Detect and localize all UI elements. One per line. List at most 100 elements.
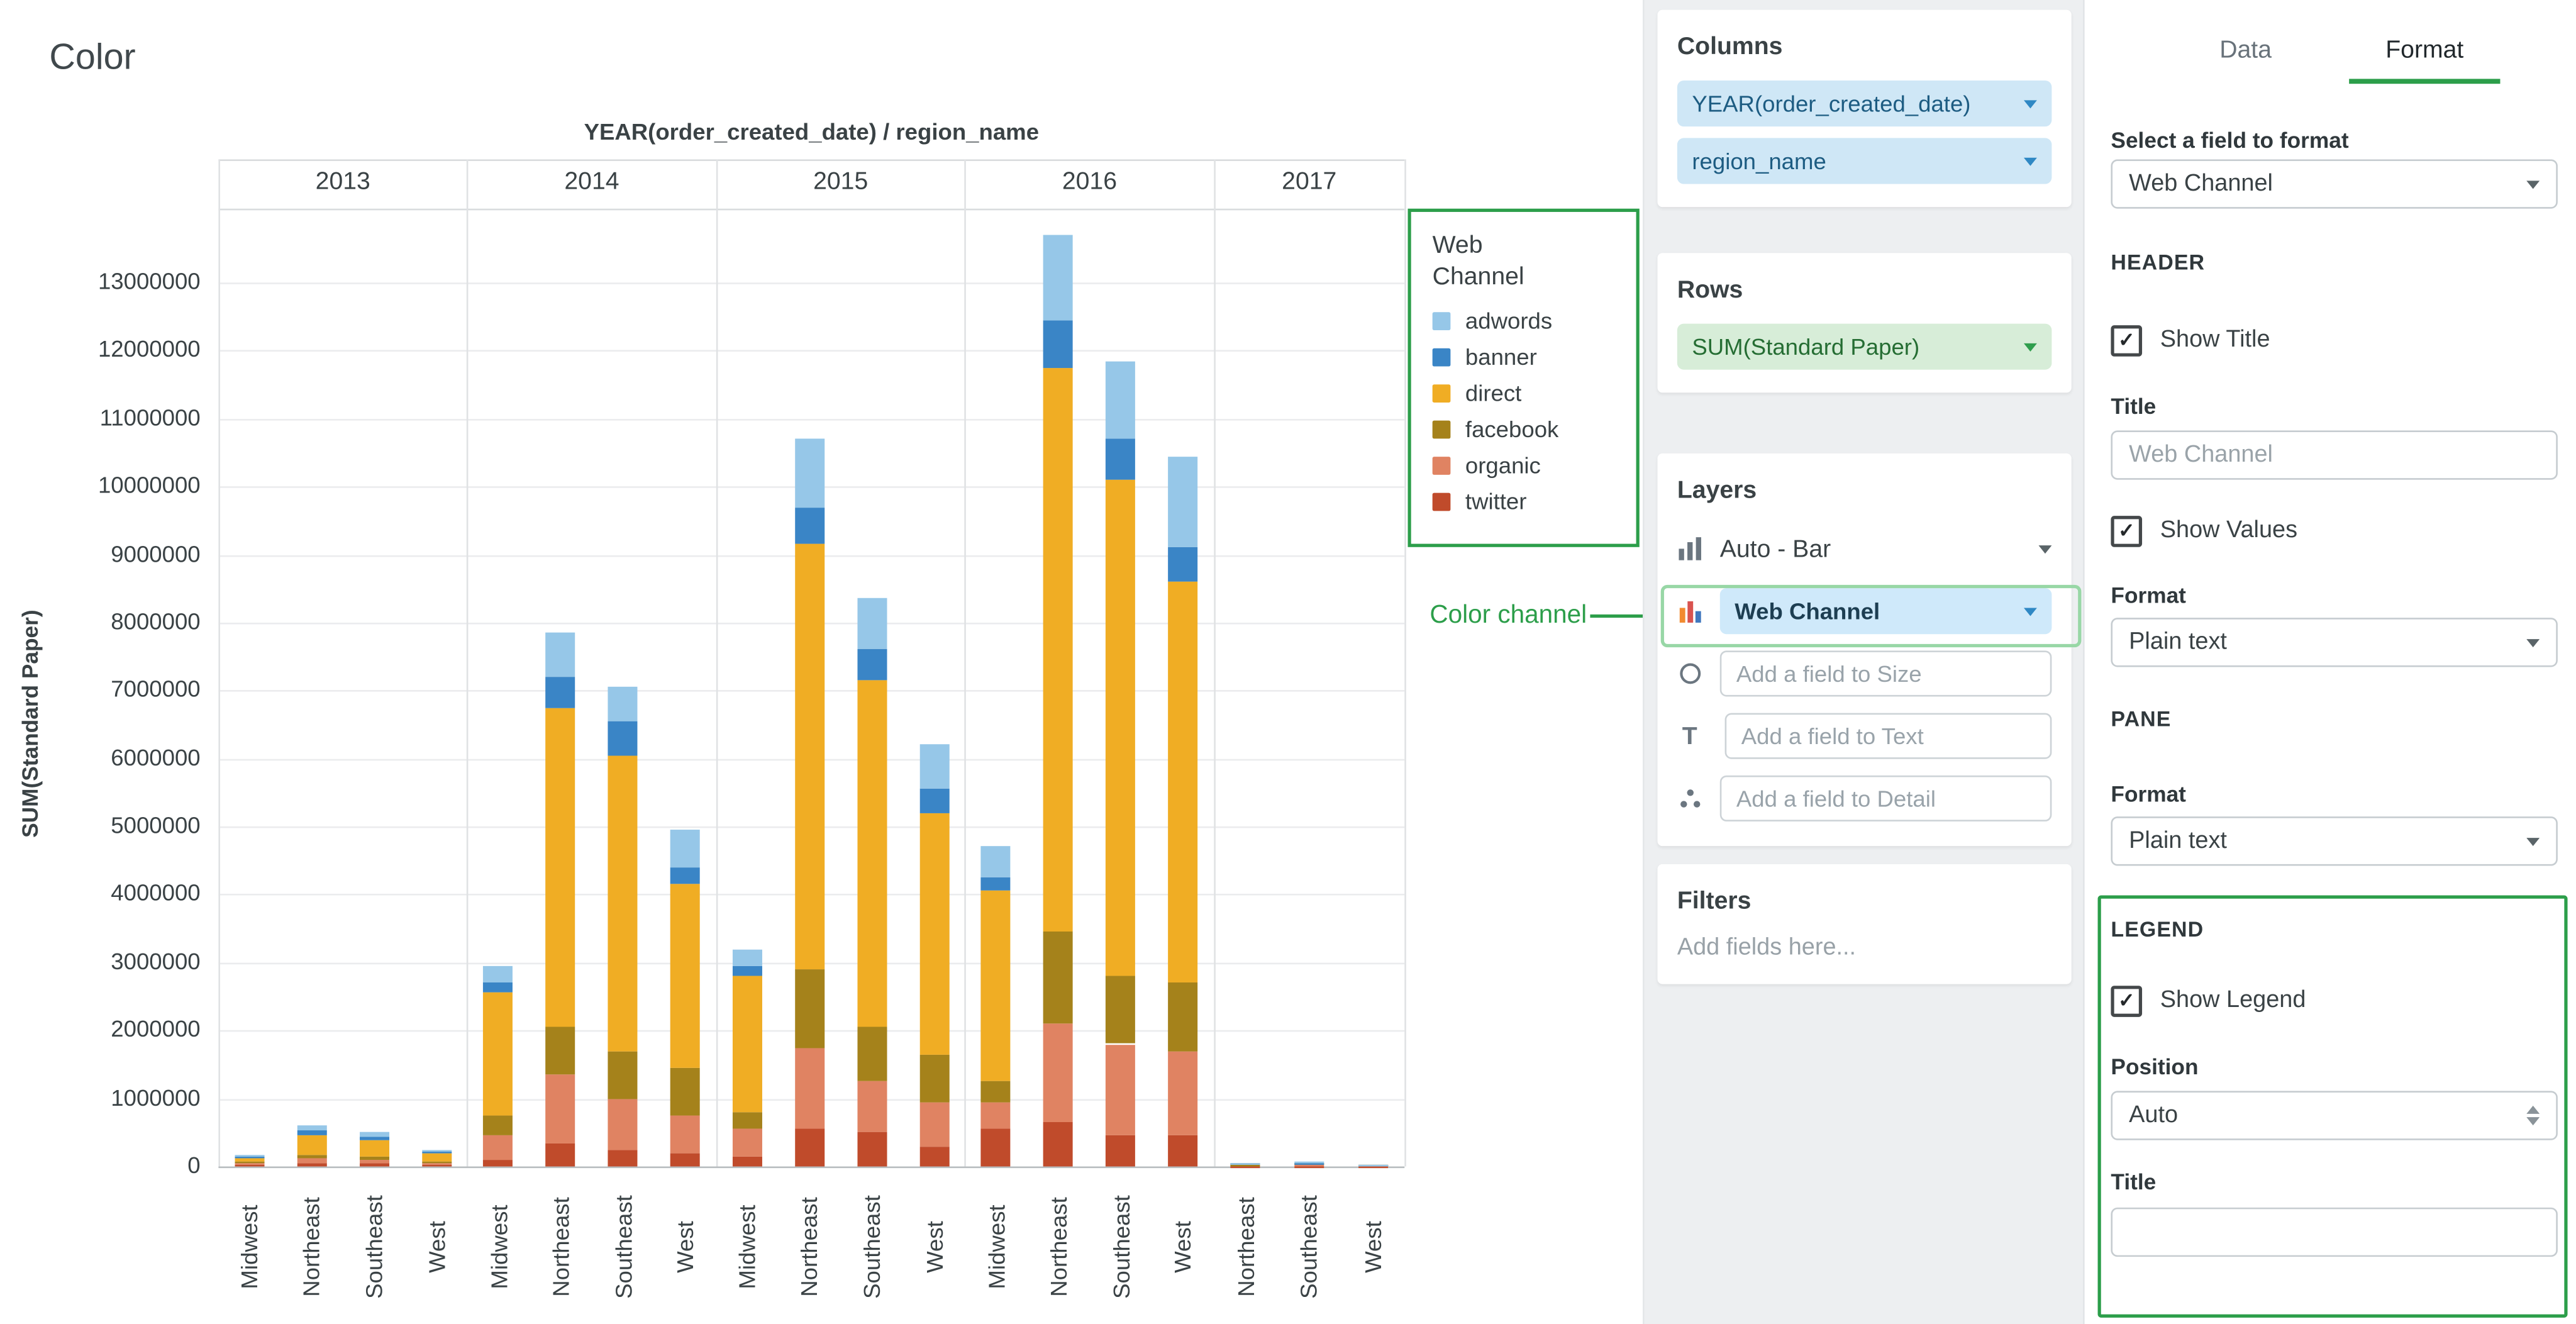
bar-segment-direct[interactable]: [484, 993, 513, 1116]
bar-segment-facebook[interactable]: [546, 1027, 575, 1075]
bar-segment-facebook[interactable]: [235, 1162, 264, 1163]
bar-segment-direct[interactable]: [1168, 582, 1197, 983]
bar-segment-banner[interactable]: [733, 966, 762, 976]
legend-item[interactable]: direct: [1433, 379, 1615, 406]
bar-segment-organic[interactable]: [1043, 1023, 1073, 1122]
show-title-checkbox[interactable]: ✓: [2111, 325, 2142, 356]
bar-segment-organic[interactable]: [608, 1098, 638, 1149]
legend-item[interactable]: twitter: [1433, 488, 1615, 515]
bar-segment-banner[interactable]: [857, 650, 887, 681]
bar-segment-direct[interactable]: [1106, 480, 1135, 976]
bar-segment-twitter[interactable]: [1294, 1165, 1324, 1167]
bar-segment-facebook[interactable]: [1231, 1165, 1260, 1166]
bar-segment-banner[interactable]: [982, 877, 1011, 891]
legend-item[interactable]: organic: [1433, 452, 1615, 478]
bar-segment-adwords[interactable]: [1168, 456, 1197, 548]
bar-segment-facebook[interactable]: [670, 1068, 700, 1116]
legend-position-select[interactable]: Auto: [2111, 1091, 2557, 1140]
header-format-select[interactable]: Plain text: [2111, 618, 2557, 667]
bar-segment-organic[interactable]: [297, 1159, 326, 1164]
bar-segment-twitter[interactable]: [1168, 1136, 1197, 1167]
bar-segment-banner[interactable]: [1168, 548, 1197, 582]
bar-segment-facebook[interactable]: [1043, 932, 1073, 1024]
bar-segment-adwords[interactable]: [733, 949, 762, 966]
bar-segment-direct[interactable]: [733, 976, 762, 1112]
layer-type-dropdown[interactable]: Auto - Bar: [1677, 524, 2052, 573]
field-to-format-select[interactable]: Web Channel: [2111, 159, 2557, 208]
bar-segment-facebook[interactable]: [795, 969, 824, 1047]
bar-segment-organic[interactable]: [484, 1136, 513, 1160]
pane-format-select[interactable]: Plain text: [2111, 816, 2557, 865]
bar-segment-direct[interactable]: [297, 1135, 326, 1155]
text-field-input[interactable]: Add a field to Text: [1725, 713, 2052, 759]
tab-format[interactable]: Format: [2349, 36, 2500, 64]
bar-segment-direct[interactable]: [359, 1140, 389, 1157]
filters-placeholder[interactable]: Add fields here...: [1677, 935, 2052, 961]
bar-segment-direct[interactable]: [670, 884, 700, 1068]
bar-segment-direct[interactable]: [1043, 367, 1073, 932]
bar-segment-banner[interactable]: [795, 507, 824, 544]
bar-segment-organic[interactable]: [421, 1163, 451, 1165]
bar-segment-banner[interactable]: [297, 1131, 326, 1134]
bar-segment-twitter[interactable]: [608, 1149, 638, 1166]
bar-segment-twitter[interactable]: [795, 1129, 824, 1166]
pill-sum-standard-paper[interactable]: SUM(Standard Paper): [1677, 324, 2052, 370]
bar-segment-twitter[interactable]: [733, 1156, 762, 1166]
legend-item[interactable]: facebook: [1433, 416, 1615, 442]
bar-segment-twitter[interactable]: [1043, 1122, 1073, 1166]
bar-segment-twitter[interactable]: [421, 1165, 451, 1166]
bar-segment-banner[interactable]: [235, 1157, 264, 1158]
bar-segment-twitter[interactable]: [546, 1143, 575, 1167]
color-field-pill[interactable]: Web Channel: [1720, 588, 2052, 634]
bar-segment-direct[interactable]: [919, 813, 949, 1054]
bar-segment-organic[interactable]: [670, 1115, 700, 1152]
bar-segment-direct[interactable]: [982, 891, 1011, 1082]
bar-segment-adwords[interactable]: [1231, 1163, 1260, 1164]
bar-segment-twitter[interactable]: [982, 1129, 1011, 1166]
bar-segment-twitter[interactable]: [1106, 1136, 1135, 1167]
bar-segment-organic[interactable]: [235, 1163, 264, 1165]
bar-segment-banner[interactable]: [1106, 439, 1135, 480]
legend-item[interactable]: adwords: [1433, 307, 1615, 333]
bar-segment-facebook[interactable]: [857, 1027, 887, 1081]
bar-segment-adwords[interactable]: [421, 1149, 451, 1152]
bar-segment-twitter[interactable]: [484, 1160, 513, 1167]
bar-segment-direct[interactable]: [546, 708, 575, 1027]
bar-segment-facebook[interactable]: [359, 1157, 389, 1159]
bar-segment-adwords[interactable]: [359, 1132, 389, 1137]
bar-segment-adwords[interactable]: [608, 687, 638, 721]
bar-segment-twitter[interactable]: [919, 1146, 949, 1166]
bar-segment-banner[interactable]: [1043, 320, 1073, 368]
bar-segment-direct[interactable]: [421, 1154, 451, 1162]
pill-year-order-created-date[interactable]: YEAR(order_created_date): [1677, 81, 2052, 126]
bar-segment-adwords[interactable]: [795, 439, 824, 507]
bar-segment-facebook[interactable]: [421, 1162, 451, 1163]
bar-segment-organic[interactable]: [1106, 1044, 1135, 1136]
size-field-input[interactable]: Add a field to Size: [1720, 650, 2052, 696]
bar-segment-banner[interactable]: [359, 1137, 389, 1140]
show-values-checkbox[interactable]: ✓: [2111, 515, 2142, 547]
bar-segment-adwords[interactable]: [982, 847, 1011, 877]
bar-segment-adwords[interactable]: [297, 1126, 326, 1132]
bar-segment-direct[interactable]: [235, 1157, 264, 1161]
bar-segment-adwords[interactable]: [670, 830, 700, 867]
bar-segment-banner[interactable]: [670, 867, 700, 884]
bar-segment-adwords[interactable]: [1358, 1164, 1387, 1165]
bar-segment-facebook[interactable]: [733, 1112, 762, 1129]
bar-segment-adwords[interactable]: [484, 966, 513, 983]
bar-segment-direct[interactable]: [795, 544, 824, 969]
bar-segment-facebook[interactable]: [1106, 976, 1135, 1044]
bar-segment-facebook[interactable]: [1168, 983, 1197, 1051]
bar-segment-organic[interactable]: [546, 1075, 575, 1143]
bar-segment-adwords[interactable]: [857, 599, 887, 650]
detail-field-input[interactable]: Add a field to Detail: [1720, 776, 2052, 821]
bar-segment-organic[interactable]: [795, 1047, 824, 1129]
bar-segment-banner[interactable]: [546, 677, 575, 708]
bar-segment-twitter[interactable]: [297, 1163, 326, 1166]
bar-segment-adwords[interactable]: [235, 1155, 264, 1157]
bar-segment-twitter[interactable]: [670, 1153, 700, 1167]
bar-segment-adwords[interactable]: [1294, 1162, 1324, 1163]
bar-segment-facebook[interactable]: [1294, 1164, 1324, 1165]
bar-segment-banner[interactable]: [608, 721, 638, 755]
bar-segment-organic[interactable]: [919, 1102, 949, 1146]
